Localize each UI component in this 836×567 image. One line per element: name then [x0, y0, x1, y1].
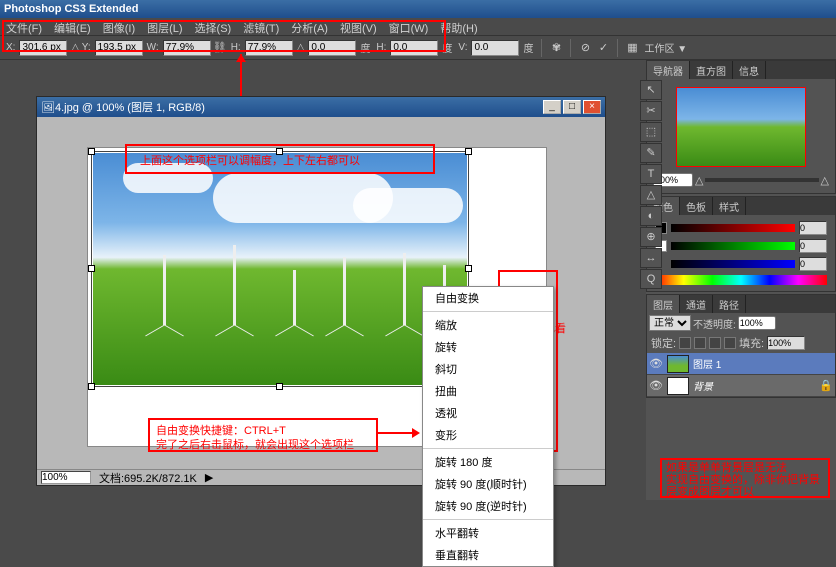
ctx-perspective[interactable]: 透视	[423, 402, 553, 424]
ctx-rot90cw[interactable]: 旋转 90 度(顺时针)	[423, 473, 553, 495]
annot-text-4: 如果是单单背景层是无法 实现自由变换的，除非你把背景 层变成图层才可以	[666, 462, 831, 498]
ctx-scale[interactable]: 缩放	[423, 314, 553, 336]
app-titlebar: Photoshop CS3 Extended	[0, 0, 836, 18]
tool-hand[interactable]: ↔	[640, 248, 662, 268]
close-button[interactable]: ×	[583, 100, 601, 114]
cancel-icon[interactable]: ⊘	[577, 40, 593, 56]
color-panel: 颜色 色板 样式	[646, 196, 836, 292]
doc-title: 4.jpg @ 100% (图层 1, RGB/8)	[55, 99, 541, 115]
maximize-button[interactable]: □	[563, 100, 581, 114]
visibility-icon[interactable]: 👁	[649, 357, 663, 370]
warp-icon[interactable]: ✾	[548, 40, 564, 56]
fill-input[interactable]	[767, 336, 805, 350]
ctx-rot90ccw[interactable]: 旋转 90 度(逆时针)	[423, 495, 553, 517]
tab-navigator[interactable]: 导航器	[647, 61, 690, 79]
tool-dodge[interactable]: ◐	[640, 206, 662, 226]
color-ramp[interactable]	[655, 275, 827, 285]
tool-shape[interactable]: △	[640, 185, 662, 205]
ctx-free-transform[interactable]: 自由变换	[423, 287, 553, 309]
annot-arrow-1	[236, 54, 246, 62]
tool-column: ↖ ✂ ⬚ ✎ T △ ◐ ⊕ ↔ Q	[640, 80, 664, 289]
layer-name-1[interactable]: 图层 1	[693, 356, 833, 371]
layer-name-bg[interactable]: 背景	[693, 378, 815, 393]
zoom-in-icon[interactable]: △	[821, 174, 829, 187]
opacity-label: 不透明度:	[693, 316, 736, 331]
tool-brush[interactable]: ✎	[640, 143, 662, 163]
zoom-input[interactable]	[41, 471, 91, 484]
annot-arrow-3	[412, 428, 420, 438]
tab-layers[interactable]: 图层	[647, 295, 680, 313]
g-slider[interactable]	[671, 242, 795, 250]
layer-thumb-1[interactable]	[667, 355, 689, 373]
annot-text-3b: 完了之后右击鼠标，就会出现这个选项栏	[156, 436, 354, 452]
ctx-warp[interactable]: 变形	[423, 424, 553, 446]
minimize-button[interactable]: _	[543, 100, 561, 114]
doc-info: 文档:695.2K/872.1K	[99, 470, 197, 486]
nav-zoom-slider[interactable]	[705, 178, 818, 182]
ctx-flipv[interactable]: 垂直翻转	[423, 544, 553, 566]
g-input[interactable]	[799, 239, 827, 253]
nav-thumbnail[interactable]	[676, 87, 806, 167]
annot-text-1: 上面这个选项栏可以调幅度，上下左右都可以	[140, 152, 360, 168]
doc-titlebar[interactable]: 🖼 4.jpg @ 100% (图层 1, RGB/8) _ □ ×	[37, 97, 605, 117]
tool-marquee[interactable]: ⬚	[640, 122, 662, 142]
options-icon[interactable]: ▦	[624, 40, 640, 56]
tab-channels[interactable]: 通道	[680, 295, 713, 313]
tab-swatches[interactable]: 色板	[680, 197, 713, 215]
tool-type[interactable]: T	[640, 164, 662, 184]
layer-row-bg[interactable]: 👁 背景 🔒	[647, 375, 835, 397]
tab-paths[interactable]: 路径	[713, 295, 746, 313]
b-slider[interactable]	[671, 260, 795, 268]
fill-label: 填充:	[739, 335, 764, 351]
deg3: 度	[523, 40, 533, 55]
ctx-distort[interactable]: 扭曲	[423, 380, 553, 402]
tab-info[interactable]: 信息	[733, 61, 766, 79]
ctx-rot180[interactable]: 旋转 180 度	[423, 451, 553, 473]
blend-mode-select[interactable]: 正常	[649, 315, 691, 331]
visibility-icon-bg[interactable]: 👁	[649, 379, 663, 392]
lock-icon: 🔒	[819, 379, 833, 392]
ctx-fliph[interactable]: 水平翻转	[423, 522, 553, 544]
tool-move[interactable]: ↖	[640, 80, 662, 100]
image-layer[interactable]	[93, 153, 467, 385]
tool-zoom[interactable]: ⊕	[640, 227, 662, 247]
tool-quickmask[interactable]: Q	[640, 269, 662, 289]
doc-info-arrow[interactable]: ▶	[205, 471, 213, 484]
lock-label: 锁定:	[651, 335, 676, 351]
vskew-label: V:	[458, 42, 467, 53]
right-panels: 导航器 直方图 信息 △ △ 颜色 色板 样式	[646, 60, 836, 500]
b-input[interactable]	[799, 257, 827, 271]
r-slider[interactable]	[671, 224, 795, 232]
layer-row-1[interactable]: 👁 图层 1	[647, 353, 835, 375]
ctx-rotate[interactable]: 旋转	[423, 336, 553, 358]
tab-styles[interactable]: 样式	[713, 197, 746, 215]
vskew-input[interactable]	[471, 40, 519, 56]
lock-pos-icon[interactable]	[709, 337, 721, 349]
annot-box-optbar	[2, 20, 446, 52]
workspace-label[interactable]: 工作区 ▼	[644, 40, 687, 55]
tab-histogram[interactable]: 直方图	[690, 61, 733, 79]
zoom-out-icon[interactable]: △	[695, 174, 703, 187]
lock-trans-icon[interactable]	[679, 337, 691, 349]
layers-panel: 图层 通道 路径 正常 不透明度: 锁定: 填充: 👁 图层	[646, 294, 836, 398]
context-menu: 自由变换 缩放 旋转 斜切 扭曲 透视 变形 旋转 180 度 旋转 90 度(…	[422, 286, 554, 567]
lock-all-icon[interactable]	[724, 337, 736, 349]
ctx-skew[interactable]: 斜切	[423, 358, 553, 380]
doc-icon: 🖼	[41, 101, 55, 114]
commit-icon[interactable]: ✓	[595, 40, 611, 56]
tool-crop[interactable]: ✂	[640, 101, 662, 121]
r-input[interactable]	[799, 221, 827, 235]
lock-pixels-icon[interactable]	[694, 337, 706, 349]
layer-thumb-bg[interactable]	[667, 377, 689, 395]
opacity-input[interactable]	[738, 316, 776, 330]
navigator-panel: 导航器 直方图 信息 △ △	[646, 60, 836, 194]
